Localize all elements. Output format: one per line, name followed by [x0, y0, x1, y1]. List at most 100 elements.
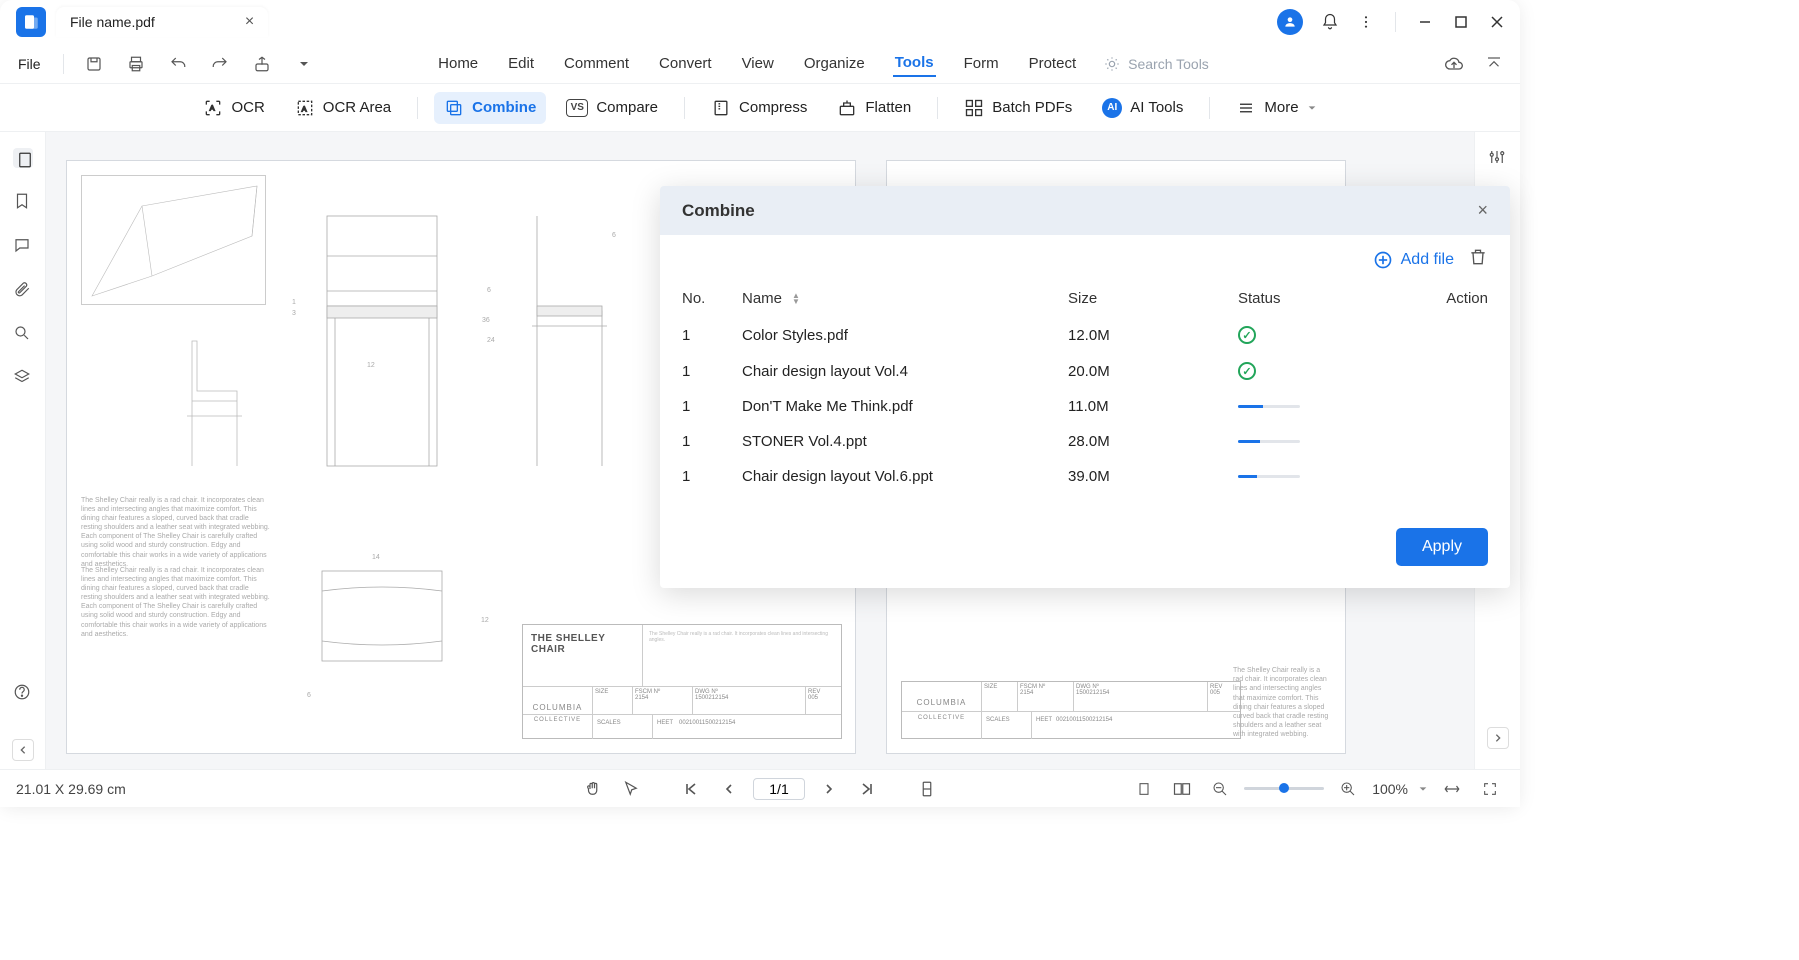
- col-action: Action: [1418, 290, 1488, 307]
- tab-edit[interactable]: Edit: [506, 51, 536, 76]
- batch-pdfs-button[interactable]: Batch PDFs: [954, 92, 1082, 124]
- app-logo: [16, 7, 46, 37]
- document-tab[interactable]: File name.pdf ×: [56, 7, 268, 37]
- search-tools[interactable]: Search Tools: [1104, 56, 1209, 72]
- file-menu[interactable]: File: [12, 52, 47, 76]
- more-icon: [1236, 98, 1256, 118]
- hand-tool-icon[interactable]: [579, 775, 607, 803]
- statusbar: 21.01 X 29.69 cm 100%: [0, 769, 1520, 807]
- sun-icon: [1104, 56, 1120, 72]
- col-status: Status: [1238, 290, 1418, 307]
- flatten-icon: [837, 98, 857, 118]
- table-row[interactable]: 1Chair design layout Vol.420.0M✓: [682, 353, 1488, 389]
- print-icon[interactable]: [122, 50, 150, 78]
- share-icon[interactable]: [248, 50, 276, 78]
- combine-panel: Combine × Add file No. Name▲▼ Size Statu…: [660, 186, 1510, 588]
- ocr-button[interactable]: A OCR: [193, 92, 274, 124]
- table-row[interactable]: 1Don'T Make Me Think.pdf11.0M: [682, 389, 1488, 424]
- table-row[interactable]: 1Chair design layout Vol.6.ppt39.0M: [682, 459, 1488, 494]
- redo-icon[interactable]: [206, 50, 234, 78]
- col-size: Size: [1068, 290, 1238, 307]
- search-icon[interactable]: [13, 324, 33, 344]
- fit-width-icon[interactable]: [1438, 775, 1466, 803]
- compress-button[interactable]: Compress: [701, 92, 817, 124]
- page-input[interactable]: [753, 778, 805, 800]
- user-avatar[interactable]: [1277, 9, 1303, 35]
- ocr-icon: A: [203, 98, 223, 118]
- apply-button[interactable]: Apply: [1396, 528, 1488, 566]
- add-file-button[interactable]: Add file: [1373, 250, 1454, 270]
- last-page-icon[interactable]: [853, 775, 881, 803]
- layers-icon[interactable]: [13, 368, 33, 388]
- fullscreen-icon[interactable]: [1476, 775, 1504, 803]
- tab-view[interactable]: View: [740, 51, 776, 76]
- combine-button[interactable]: Combine: [434, 92, 546, 124]
- ocr-area-button[interactable]: A OCR Area: [285, 92, 401, 124]
- close-panel-icon[interactable]: ×: [1477, 200, 1488, 221]
- panel-title: Combine: [682, 201, 755, 221]
- compare-button[interactable]: VS Compare: [556, 93, 668, 123]
- single-page-icon[interactable]: [1130, 775, 1158, 803]
- first-page-icon[interactable]: [677, 775, 705, 803]
- collapse-right-icon[interactable]: [1487, 727, 1509, 749]
- toolbar: A OCR A OCR Area Combine VS Compare Comp…: [0, 84, 1520, 132]
- bell-icon[interactable]: [1321, 13, 1339, 31]
- file-table: No. Name▲▼ Size Status Action 1Color Sty…: [660, 280, 1510, 512]
- chevron-down-icon[interactable]: [1418, 784, 1428, 794]
- progress-bar: [1238, 440, 1300, 443]
- cloud-upload-icon[interactable]: [1440, 50, 1468, 78]
- kebab-menu-icon[interactable]: [1357, 13, 1375, 31]
- zoom-out-icon[interactable]: [1206, 775, 1234, 803]
- tab-form[interactable]: Form: [962, 51, 1001, 76]
- titlebar: File name.pdf ×: [0, 0, 1520, 44]
- svg-text:A: A: [301, 104, 306, 113]
- tab-organize[interactable]: Organize: [802, 51, 867, 76]
- col-name[interactable]: Name▲▼: [742, 290, 1068, 307]
- dropdown-icon[interactable]: [290, 50, 318, 78]
- ai-tools-button[interactable]: AI AI Tools: [1092, 92, 1193, 124]
- tab-filename: File name.pdf: [70, 14, 155, 30]
- prev-page-icon[interactable]: [715, 775, 743, 803]
- check-circle-icon: ✓: [1238, 362, 1256, 380]
- tab-convert[interactable]: Convert: [657, 51, 714, 76]
- maximize-icon[interactable]: [1452, 13, 1470, 31]
- left-rail: [0, 132, 46, 769]
- next-page-icon[interactable]: [815, 775, 843, 803]
- bookmarks-icon[interactable]: [13, 192, 33, 212]
- menubar: File Home Edit Comment Convert View Orga…: [0, 44, 1520, 84]
- main-tabs: Home Edit Comment Convert View Organize …: [436, 50, 1209, 77]
- collapse-left-icon[interactable]: [12, 739, 34, 761]
- more-button[interactable]: More: [1226, 92, 1326, 124]
- batch-icon: [964, 98, 984, 118]
- save-icon[interactable]: [80, 50, 108, 78]
- zoom-value: 100%: [1372, 781, 1408, 797]
- sliders-icon[interactable]: [1488, 148, 1508, 168]
- minimize-icon[interactable]: [1416, 13, 1434, 31]
- compare-icon: VS: [566, 99, 588, 117]
- collapse-up-icon[interactable]: [1480, 50, 1508, 78]
- table-row[interactable]: 1STONER Vol.4.ppt28.0M: [682, 424, 1488, 459]
- tab-comment[interactable]: Comment: [562, 51, 631, 76]
- zoom-in-icon[interactable]: [1334, 775, 1362, 803]
- close-tab-icon[interactable]: ×: [245, 13, 254, 31]
- tab-tools[interactable]: Tools: [893, 50, 936, 77]
- zoom-slider[interactable]: [1244, 787, 1324, 790]
- help-icon[interactable]: [13, 683, 33, 703]
- tab-protect[interactable]: Protect: [1027, 51, 1079, 76]
- attachments-icon[interactable]: [13, 280, 33, 300]
- undo-icon[interactable]: [164, 50, 192, 78]
- close-window-icon[interactable]: [1488, 13, 1506, 31]
- table-row[interactable]: 1Color Styles.pdf12.0M✓: [682, 317, 1488, 353]
- trash-icon[interactable]: [1468, 247, 1488, 272]
- two-page-icon[interactable]: [1168, 775, 1196, 803]
- chevron-down-icon: [1307, 103, 1317, 113]
- tab-home[interactable]: Home: [436, 51, 480, 76]
- thumbnails-icon[interactable]: [13, 148, 33, 168]
- comments-icon[interactable]: [13, 236, 33, 256]
- scroll-mode-icon[interactable]: [913, 775, 941, 803]
- compress-icon: [711, 98, 731, 118]
- select-tool-icon[interactable]: [617, 775, 645, 803]
- combine-icon: [444, 98, 464, 118]
- progress-bar: [1238, 405, 1300, 408]
- flatten-button[interactable]: Flatten: [827, 92, 921, 124]
